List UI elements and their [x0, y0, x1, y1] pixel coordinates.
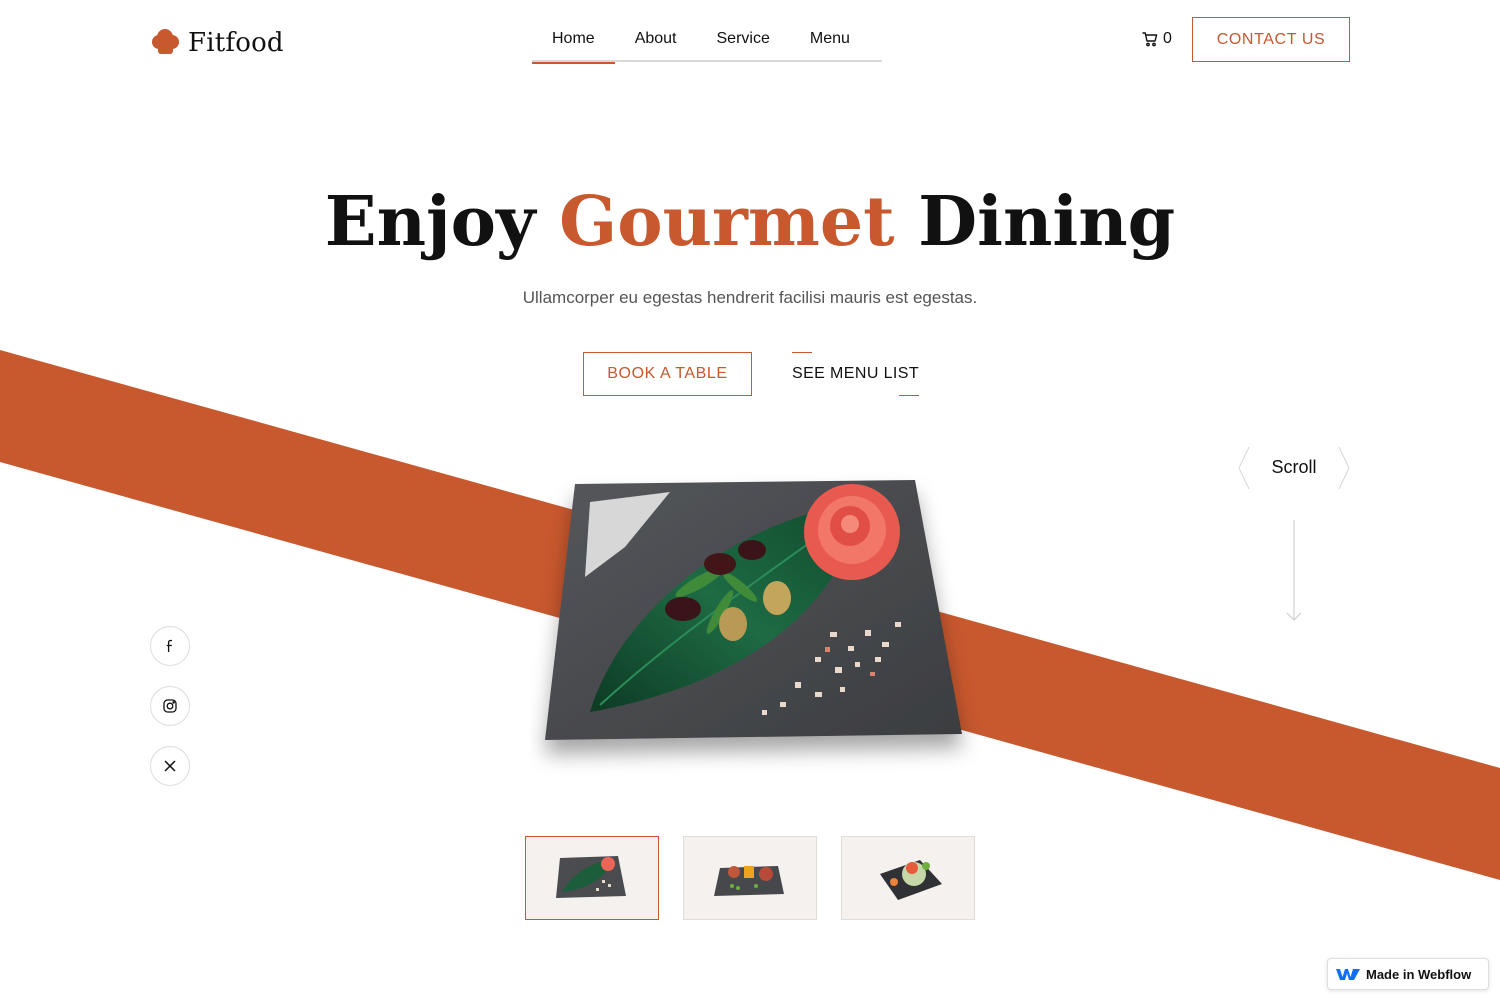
cart-icon	[1142, 32, 1158, 47]
nav-item-menu[interactable]: Menu	[790, 24, 870, 62]
arrow-down-icon	[1286, 520, 1302, 621]
dish-image	[545, 480, 962, 740]
scroll-label: Scroll	[1271, 457, 1317, 477]
hero-title: Enjoy Gourmet Dining	[0, 180, 1500, 264]
chef-hat-icon	[152, 29, 179, 54]
thumbnail-dish-1[interactable]	[525, 836, 659, 920]
main-nav: Home About Service Menu	[532, 24, 882, 64]
scroll-indicator[interactable]: Scroll	[1238, 446, 1350, 490]
made-in-webflow-badge[interactable]: Made in Webflow	[1327, 958, 1489, 990]
cart-count: 0	[1163, 30, 1172, 47]
thumbnail-image	[714, 866, 784, 896]
facebook-icon	[166, 639, 172, 652]
thumbnail-image	[880, 860, 942, 900]
webflow-icon	[1336, 969, 1360, 980]
see-menu-list-link[interactable]: SEE MENU LIST	[792, 352, 920, 396]
nav-item-about[interactable]: About	[615, 24, 697, 62]
nav-item-service[interactable]: Service	[697, 24, 790, 62]
badge-label: Made in Webflow	[1366, 966, 1472, 982]
hero-title-accent: Gourmet	[559, 182, 895, 262]
thumbnail-dish-2[interactable]	[683, 836, 817, 920]
thumbnail-image	[556, 856, 626, 898]
x-icon	[164, 760, 176, 772]
instagram-icon	[163, 699, 177, 713]
brand-name: Fitfood	[188, 28, 284, 58]
social-x[interactable]	[150, 746, 190, 786]
social-facebook[interactable]	[150, 626, 190, 666]
hero-title-part2: Dining	[894, 182, 1176, 262]
logo[interactable]: Fitfood	[150, 28, 284, 58]
hero-subtitle: Ullamcorper eu egestas hendrerit facilis…	[522, 288, 978, 307]
cart-button[interactable]: 0	[1142, 30, 1172, 48]
hero-title-part1: Enjoy	[324, 182, 560, 262]
contact-us-button[interactable]: CONTACT US	[1192, 17, 1350, 62]
thumbnail-dish-3[interactable]	[841, 836, 975, 920]
book-table-button[interactable]: BOOK A TABLE	[583, 352, 752, 396]
social-instagram[interactable]	[150, 686, 190, 726]
nav-item-home[interactable]: Home	[532, 24, 615, 64]
